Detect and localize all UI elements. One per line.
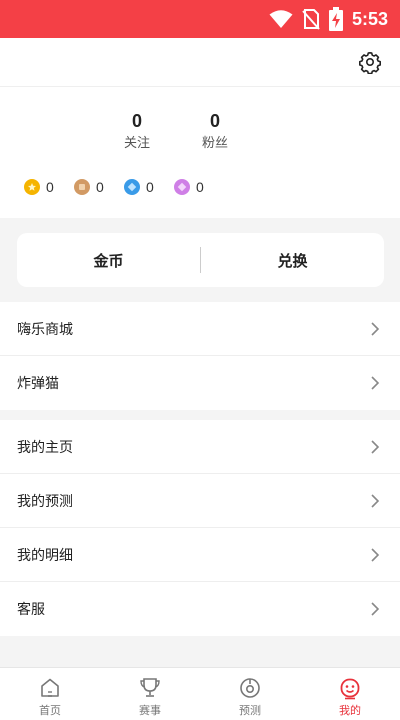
menu-item-customer-service[interactable]: 客服 bbox=[0, 582, 400, 636]
coin-blue: 0 bbox=[124, 179, 174, 195]
gold-coin-icon bbox=[24, 179, 40, 195]
stat-following[interactable]: 0 关注 bbox=[97, 110, 177, 153]
menu-item-bomb-cat[interactable]: 炸弹猫 bbox=[0, 356, 400, 410]
fans-label: 粉丝 bbox=[201, 136, 228, 151]
tab-label: 预测 bbox=[239, 704, 261, 717]
menu-item-my-predictions[interactable]: 我的预测 bbox=[0, 474, 400, 528]
menu-item-label: 炸弹猫 bbox=[17, 376, 59, 392]
coin-bronze: 0 bbox=[74, 179, 124, 195]
purple-gem-icon bbox=[174, 179, 190, 195]
menu-item-label: 我的明细 bbox=[17, 547, 73, 564]
tab-predict[interactable]: 预测 bbox=[200, 668, 300, 720]
menu-item-label: 嗨乐商城 bbox=[17, 321, 73, 338]
chevron-right-icon bbox=[371, 494, 380, 508]
chevron-right-icon bbox=[371, 376, 380, 390]
menu-item-my-details[interactable]: 我的明细 bbox=[0, 528, 400, 582]
coin-balances: 0 0 0 0 bbox=[24, 179, 224, 195]
status-bar: 5:53 bbox=[0, 0, 400, 38]
coin-gold-value: 0 bbox=[46, 179, 54, 195]
chevron-right-icon bbox=[371, 602, 380, 616]
exchange-button[interactable]: 兑换 bbox=[201, 233, 384, 287]
menu-group-account: 我的主页 我的预测 我的明细 客服 bbox=[0, 420, 400, 636]
coin-bronze-value: 0 bbox=[96, 179, 104, 195]
gear-icon[interactable] bbox=[358, 50, 382, 74]
stat-fans[interactable]: 0 粉丝 bbox=[175, 110, 255, 153]
tab-home[interactable]: 首页 bbox=[0, 668, 100, 720]
status-time: 5:53 bbox=[351, 8, 388, 29]
trophy-icon bbox=[140, 678, 160, 697]
profile-header: 0 关注 0 粉丝 0 0 0 0 bbox=[0, 38, 400, 218]
menu-item-label: 我的预测 bbox=[17, 493, 73, 510]
target-icon bbox=[240, 678, 260, 698]
menu-group-mall: 嗨乐商城 炸弹猫 bbox=[0, 302, 400, 410]
coin-purple-value: 0 bbox=[196, 179, 204, 195]
gold-coin-button[interactable]: 金币 bbox=[17, 233, 200, 287]
tab-matches[interactable]: 赛事 bbox=[100, 668, 200, 720]
wifi-icon bbox=[269, 10, 293, 28]
coin-gold: 0 bbox=[24, 179, 74, 195]
bottom-tab-bar: 首页 赛事 预测 我的 bbox=[0, 667, 400, 720]
coin-purple: 0 bbox=[174, 179, 224, 195]
fans-count: 0 bbox=[209, 111, 220, 131]
smiley-icon bbox=[340, 678, 360, 700]
blue-gem-icon bbox=[124, 179, 140, 195]
status-icons: 5:53 bbox=[269, 7, 388, 31]
menu-item-mall[interactable]: 嗨乐商城 bbox=[0, 302, 400, 356]
chevron-right-icon bbox=[371, 548, 380, 562]
tab-mine[interactable]: 我的 bbox=[300, 668, 400, 720]
following-label: 关注 bbox=[123, 136, 150, 151]
tab-label: 首页 bbox=[39, 704, 61, 717]
home-icon bbox=[41, 678, 59, 697]
no-sim-icon bbox=[302, 9, 320, 30]
header-divider bbox=[0, 86, 400, 87]
menu-item-label: 我的主页 bbox=[17, 439, 73, 456]
menu-item-label: 客服 bbox=[17, 602, 45, 618]
exchange-card: 金币 兑换 bbox=[17, 233, 384, 287]
tab-label: 赛事 bbox=[139, 704, 161, 717]
tab-label: 我的 bbox=[339, 704, 361, 717]
bronze-coin-icon bbox=[74, 179, 90, 195]
battery-charging-icon bbox=[328, 7, 343, 31]
chevron-right-icon bbox=[371, 440, 380, 454]
chevron-right-icon bbox=[371, 322, 380, 336]
menu-item-my-homepage[interactable]: 我的主页 bbox=[0, 420, 400, 474]
coin-blue-value: 0 bbox=[146, 179, 154, 195]
following-count: 0 bbox=[131, 111, 142, 131]
